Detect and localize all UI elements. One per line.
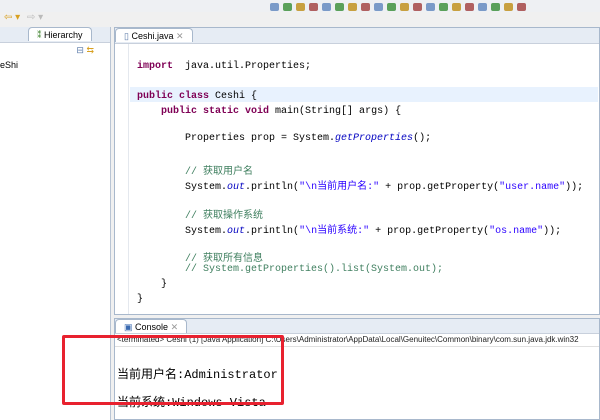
- navigation-bar: ⇦ ▾ ⇨ ▾: [0, 12, 600, 26]
- toolbar-button-icon[interactable]: [400, 3, 409, 11]
- code-line: System.out.println("\n当前用户名:" + prop.get…: [137, 177, 597, 193]
- code-token: System.: [137, 226, 228, 237]
- tab-label: Hierarchy: [44, 30, 83, 40]
- code-token: getProperties: [335, 133, 414, 144]
- toolbar-button-icon[interactable]: [465, 3, 474, 11]
- toolbar-button-icon[interactable]: [478, 3, 487, 11]
- code-token: Properties prop = System.: [137, 133, 336, 144]
- tab-console[interactable]: ▣ Console ✕: [115, 319, 188, 333]
- toolbar-button-icon[interactable]: [439, 3, 448, 11]
- code-line: }: [137, 294, 597, 305]
- code-line: }: [137, 279, 597, 290]
- code-token: + prop.getProperty(: [379, 182, 500, 193]
- code-token: main(String[] args) {: [269, 106, 402, 117]
- code-token: ));: [543, 226, 562, 237]
- toolbar-button-icon[interactable]: [452, 3, 461, 11]
- toolbar-button-icon[interactable]: [322, 3, 331, 11]
- code-editor[interactable]: ▯ Ceshi.java ✕ import java.util.Properti…: [114, 27, 600, 315]
- toolbar-button-icon[interactable]: [283, 3, 292, 11]
- toolbar-button-icon[interactable]: [374, 3, 383, 11]
- toolbar-button-icon[interactable]: [426, 3, 435, 11]
- toolbar-button-icon[interactable]: [296, 3, 305, 11]
- toolbar-button-icon[interactable]: [361, 3, 370, 11]
- toolbar-button-icon[interactable]: [335, 3, 344, 11]
- code-token: .println(: [245, 226, 300, 237]
- hierarchy-icon: ⁑: [37, 30, 42, 40]
- code-line: // 获取用户名: [137, 162, 597, 178]
- code-token: public static void: [161, 106, 270, 117]
- code-token: Ceshi {: [209, 91, 258, 102]
- toolbar-button-icon[interactable]: [348, 3, 357, 11]
- toolbar-button-icon[interactable]: [387, 3, 396, 11]
- console-icon: ▣: [124, 322, 133, 332]
- code-token: }: [137, 294, 144, 305]
- link-editor-icon[interactable]: ⇆: [86, 45, 94, 55]
- code-token: "user.name": [499, 182, 566, 193]
- code-token: "\n当前用户名:": [299, 182, 380, 193]
- editor-gutter: [115, 44, 129, 314]
- java-file-icon: ▯: [124, 31, 129, 41]
- code-line: public class Ceshi {: [137, 91, 597, 102]
- code-line: // 获取所有信息: [137, 249, 597, 265]
- tab-hierarchy[interactable]: ⁑ Hierarchy: [28, 27, 92, 41]
- code-token: }: [137, 279, 168, 290]
- toolbar-button-icon[interactable]: [517, 3, 526, 11]
- code-token: System.: [137, 182, 228, 193]
- code-token: .println(: [245, 182, 300, 193]
- tab-label: Console: [135, 322, 169, 332]
- main-toolbar: [0, 0, 600, 12]
- toolbar-button-icon[interactable]: [413, 3, 422, 11]
- code-line: Properties prop = System.getProperties()…: [137, 133, 597, 144]
- code-token: ));: [565, 182, 584, 193]
- toolbar-button-icon[interactable]: [504, 3, 513, 11]
- code-token: + prop.getProperty(: [369, 226, 490, 237]
- code-token: "\n当前系统:": [299, 226, 370, 237]
- code-token: out: [227, 182, 246, 193]
- forward-button[interactable]: ⇨ ▾: [27, 12, 43, 23]
- toolbar-button-icon[interactable]: [309, 3, 318, 11]
- code-line: public static void main(String[] args) {: [137, 106, 597, 117]
- collapse-all-icon[interactable]: ⊟: [76, 45, 84, 55]
- code-token: ();: [413, 133, 432, 144]
- close-icon[interactable]: ✕: [176, 31, 184, 41]
- back-button[interactable]: ⇦ ▾: [4, 12, 20, 23]
- code-token: public class: [137, 91, 210, 102]
- code-token: // System.getProperties().list(System.ou…: [137, 264, 444, 275]
- toolbar-button-icon[interactable]: [491, 3, 500, 11]
- code-line: import java.util.Properties;: [137, 61, 597, 72]
- close-icon[interactable]: ✕: [171, 322, 179, 332]
- tab-ceshi-java[interactable]: ▯ Ceshi.java ✕: [115, 28, 193, 42]
- tree-item[interactable]: eShi: [0, 58, 110, 72]
- code-token: "os.name": [489, 226, 544, 237]
- tab-label: Ceshi.java: [131, 31, 174, 41]
- code-token: import: [137, 61, 174, 72]
- panel-toolbar: ⊟ ⇆: [0, 43, 110, 58]
- code-line: // System.getProperties().list(System.ou…: [137, 264, 597, 275]
- toolbar-button-icon[interactable]: [270, 3, 279, 11]
- code-line: System.out.println("\n当前系统:" + prop.getP…: [137, 221, 597, 237]
- code-token: out: [227, 226, 246, 237]
- code-token: java.util.Properties;: [173, 61, 312, 72]
- highlight-annotation-box: [62, 335, 284, 405]
- code-line: // 获取操作系统: [137, 206, 597, 222]
